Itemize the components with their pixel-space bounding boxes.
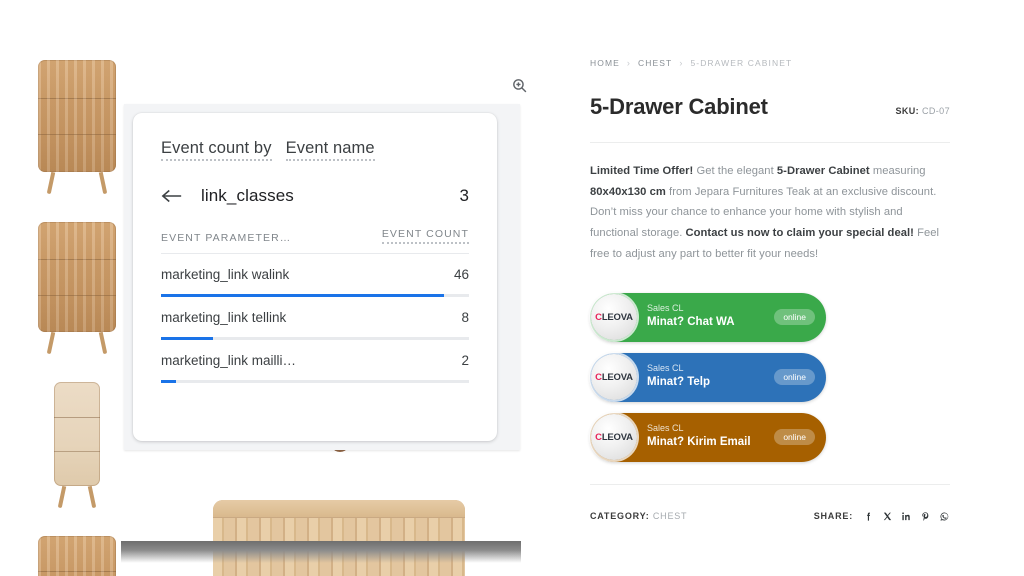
footer-row: CATEGORY: CHEST SHARE:	[590, 511, 950, 522]
desc-dimensions-strong: 80x40x130 cm	[590, 185, 666, 198]
whatsapp-icon[interactable]	[939, 511, 950, 522]
title-row: 5-Drawer Cabinet SKU: CD-07	[590, 94, 950, 120]
avatar: C LEOVA	[591, 294, 637, 341]
chat-action-label: Minat? Telp	[647, 376, 711, 389]
thumbnail-3[interactable]	[54, 382, 134, 510]
avatar: C LEOVA	[591, 354, 637, 401]
main-product-image[interactable]	[213, 500, 465, 576]
chart-title-metric: Event count by	[161, 139, 272, 161]
product-description: Limited Time Offer! Get the elegant 5-Dr…	[590, 161, 950, 265]
row-bar-fill	[161, 294, 445, 297]
row-count: 2	[461, 353, 469, 368]
thumbnail-4[interactable]	[38, 536, 118, 576]
category-block: CATEGORY: CHEST	[590, 511, 687, 521]
event-name-value: link_classes	[201, 186, 294, 205]
row-bar-track	[161, 337, 469, 340]
analytics-card: Event count by Event name link_classes 3	[133, 113, 497, 441]
chat-agent-name: Sales CL	[647, 423, 684, 434]
breadcrumb-item-chest[interactable]: CHEST	[638, 58, 672, 68]
column-header-count[interactable]: EVENT COUNT	[381, 228, 469, 244]
desc-product-strong: 5-Drawer Cabinet	[776, 165, 870, 177]
breadcrumb-separator-icon: ›	[626, 58, 632, 68]
title-divider	[590, 142, 950, 143]
row-parameter: marketing_link mailli…	[161, 353, 297, 368]
table-column-headers: EVENT PARAMETER… EVENT COUNT	[161, 228, 469, 244]
page-title: 5-Drawer Cabinet	[590, 94, 768, 119]
status-badge: online	[774, 429, 815, 446]
breadcrumb-separator-icon: ›	[679, 58, 684, 68]
desc-cta-strong: Contact us now to claim your special dea…	[685, 227, 914, 240]
row-bar-fill	[161, 380, 177, 383]
facebook-icon[interactable]	[863, 511, 874, 522]
row-count: 46	[453, 267, 469, 282]
sku-label: SKU:	[895, 106, 920, 116]
row-count: 8	[461, 310, 469, 325]
category-value[interactable]: CHEST	[653, 511, 688, 521]
chat-agent-name: Sales CL	[647, 363, 684, 374]
row-parameter: marketing_link walink	[161, 267, 290, 282]
row-parameter: marketing_link tellink	[161, 310, 287, 325]
avatar: C LEOVA	[591, 414, 637, 461]
desc-offer-strong: Limited Time Offer!	[590, 165, 694, 177]
row-bar-track	[161, 294, 469, 297]
chat-label-block: Sales CL Minat? Kirim Email	[647, 423, 751, 450]
chat-label-block: Sales CL Minat? Telp	[647, 363, 710, 390]
table-row[interactable]: marketing_link walink 46	[161, 254, 469, 297]
thumbnail-1[interactable]	[38, 60, 118, 196]
chat-action-label: Minat? Chat WA	[647, 316, 735, 329]
status-badge: online	[774, 369, 815, 386]
status-badge: online	[774, 309, 815, 326]
chat-label-block: Sales CL Minat? Chat WA	[647, 303, 735, 330]
breadcrumb-item-current: 5-DRAWER CABINET	[690, 58, 793, 68]
product-gallery: Event count by Event name link_classes 3	[0, 0, 560, 576]
chat-button[interactable]: C LEOVA Sales CL Minat? Kirim Email online	[590, 412, 826, 462]
product-page: Event count by Event name link_classes 3	[0, 0, 1024, 576]
desc-text-2: measuring	[869, 165, 926, 177]
chat-agent-name: Sales CL	[647, 303, 684, 314]
row-bar-track	[161, 380, 469, 383]
x-twitter-icon[interactable]	[882, 511, 893, 522]
chat-button[interactable]: C LEOVA Sales CL Minat? Chat WA online	[590, 292, 826, 342]
breadcrumb-item-home[interactable]: HOME	[590, 58, 620, 68]
sku-value: CD-07	[921, 106, 950, 116]
event-total-value: 3	[459, 186, 469, 205]
chat-button[interactable]: C LEOVA Sales CL Minat? Telp online	[590, 352, 826, 402]
share-block: SHARE:	[814, 511, 950, 522]
chart-title: Event count by Event name	[161, 139, 469, 161]
linkedin-icon[interactable]	[901, 511, 912, 522]
column-header-parameter[interactable]: EVENT PARAMETER…	[161, 232, 291, 244]
overlay-drop-shadow	[121, 541, 521, 563]
analytics-overlay: Event count by Event name link_classes 3	[121, 104, 521, 563]
thumbnail-2[interactable]	[38, 222, 118, 356]
event-header-row: link_classes 3	[161, 186, 469, 206]
sku-block: SKU: CD-07	[895, 106, 950, 116]
table-row[interactable]: marketing_link mailli… 2	[161, 340, 469, 383]
product-detail-panel: HOME › CHEST › 5-DRAWER CABINET 5-Drawer…	[590, 0, 950, 576]
row-bar-fill	[161, 337, 214, 340]
category-label: CATEGORY:	[590, 511, 650, 522]
share-label: SHARE:	[813, 511, 853, 522]
pinterest-icon[interactable]	[920, 511, 931, 522]
thumbnail-column	[38, 60, 128, 576]
desc-text-1: Get the elegant	[693, 165, 777, 177]
arrow-left-icon[interactable]	[161, 188, 191, 204]
chart-title-dimension: Event name	[285, 139, 375, 161]
analytics-table-body: marketing_link walink 46 marketing_link te…	[161, 254, 469, 383]
breadcrumb: HOME › CHEST › 5-DRAWER CABINET	[590, 58, 950, 68]
table-row[interactable]: marketing_link tellink 8	[161, 297, 469, 340]
chat-action-label: Minat? Kirim Email	[647, 436, 751, 449]
chat-button-list: C LEOVA Sales CL Minat? Chat WA online C LEOVA…	[590, 292, 826, 462]
magnifier-zoom-in-icon[interactable]	[508, 74, 530, 96]
footer-divider	[590, 483, 950, 485]
